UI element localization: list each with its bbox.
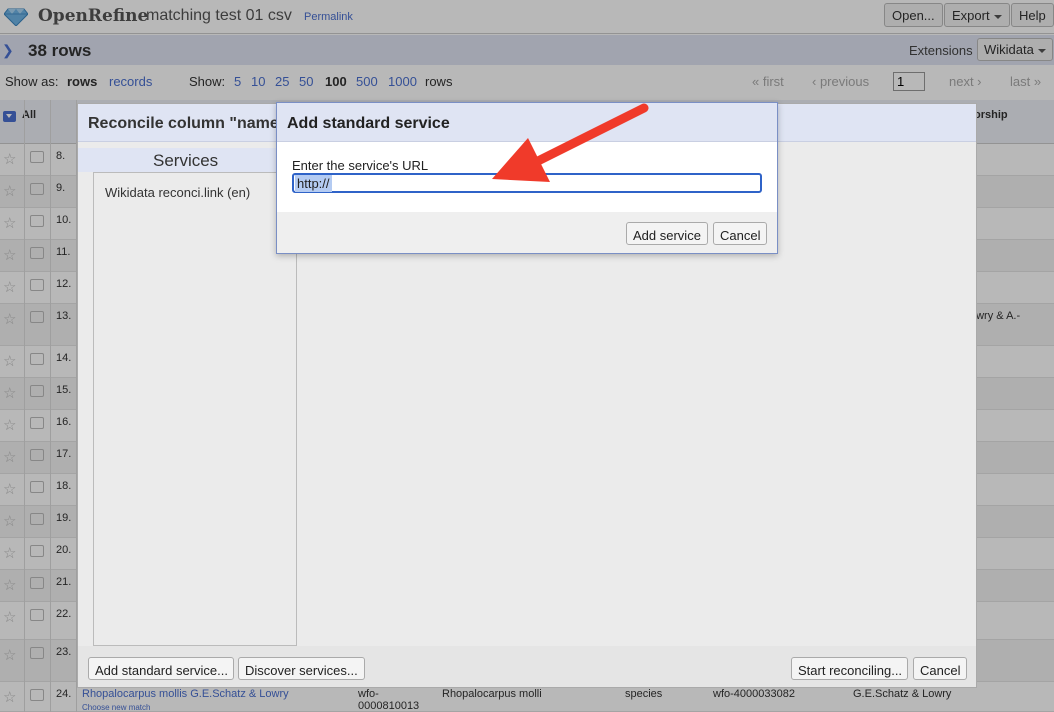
service-url-input[interactable]: http:// xyxy=(292,173,762,193)
add-standard-service-button[interactable]: Add standard service... xyxy=(88,657,234,680)
add-service-title-bar: Add standard service xyxy=(277,103,777,142)
service-item-wikidata[interactable]: Wikidata reconci.link (en) xyxy=(105,185,250,200)
reconcile-dialog-footer: Add standard service... Discover service… xyxy=(78,646,976,687)
reconcile-cancel-button[interactable]: Cancel xyxy=(913,657,967,680)
services-list: Wikidata reconci.link (en) xyxy=(93,172,297,646)
services-heading: Services xyxy=(78,148,297,172)
reconcile-dialog-title: Reconcile column "name xyxy=(88,115,279,132)
add-service-cancel-button[interactable]: Cancel xyxy=(713,222,767,245)
service-url-value: http:// xyxy=(295,175,332,192)
start-reconciling-button[interactable]: Start reconciling... xyxy=(791,657,908,680)
add-service-button[interactable]: Add service xyxy=(626,222,708,245)
add-service-footer: Add service Cancel xyxy=(277,212,777,253)
add-service-dialog: Add standard service Enter the service's… xyxy=(276,102,778,254)
add-service-title: Add standard service xyxy=(287,115,450,132)
service-url-label: Enter the service's URL xyxy=(292,158,429,173)
discover-services-button[interactable]: Discover services... xyxy=(238,657,365,680)
